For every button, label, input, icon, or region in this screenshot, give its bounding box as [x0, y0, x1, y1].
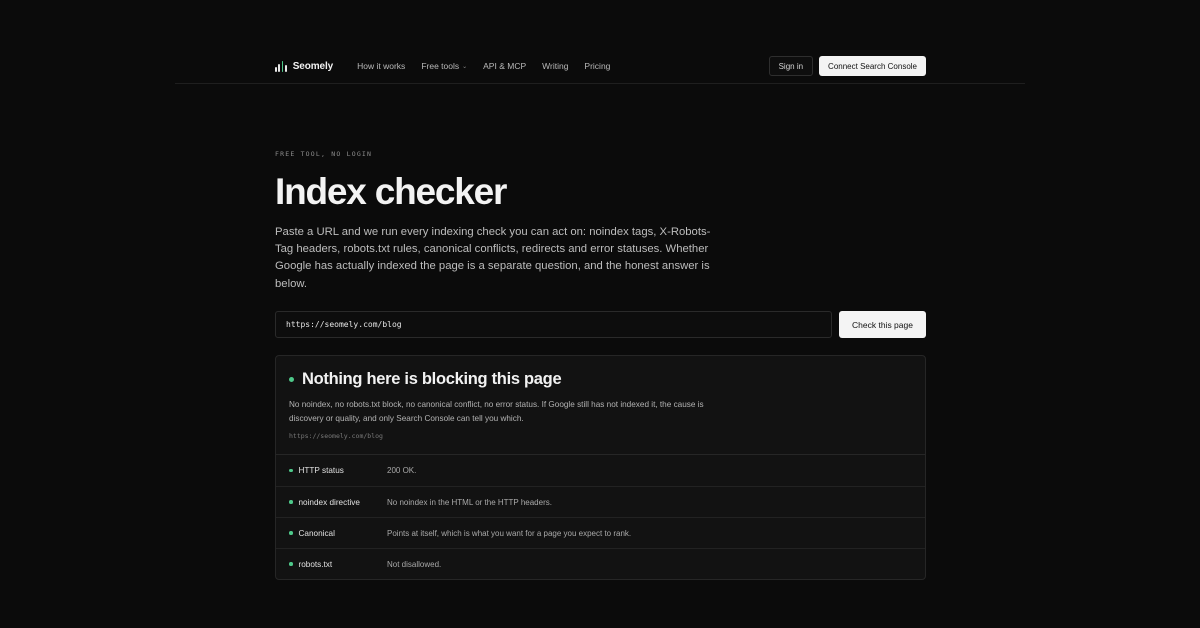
url-input[interactable]	[275, 311, 832, 338]
eyebrow-label: FREE TOOL, NO LOGIN	[275, 150, 373, 158]
pass-dot-icon	[289, 500, 293, 504]
page: Seomely How it works Free tools ⌄ API & …	[0, 0, 1200, 628]
check-row-http-status: HTTP status 200 OK.	[276, 455, 925, 486]
check-label: Canonical	[298, 528, 335, 538]
nav-link-writing[interactable]: Writing	[542, 61, 568, 71]
status-dot-icon	[289, 376, 294, 382]
page-title: Index checker	[275, 171, 507, 212]
bar-chart-logo-icon	[275, 60, 287, 72]
nav-link-free-tools-label: Free tools	[421, 61, 460, 71]
check-name: Canonical	[276, 529, 387, 538]
check-note: 200 OK.	[387, 466, 417, 475]
checked-url: https://seomely.com/blog	[289, 432, 383, 440]
verdict-description: No noindex, no robots.txt block, no cano…	[289, 400, 704, 423]
check-label: noindex directive	[298, 497, 360, 507]
verdict: Nothing here is blocking this page	[289, 369, 562, 389]
page-description: Paste a URL and we run every indexing ch…	[275, 226, 711, 290]
check-note: No noindex in the HTML or the HTTP heade…	[387, 497, 552, 507]
nav-inner: Seomely How it works Free tools ⌄ API & …	[275, 48, 926, 84]
check-note: Not disallowed.	[387, 559, 442, 569]
result-summary: Nothing here is blocking this page No no…	[276, 356, 925, 455]
logo[interactable]: Seomely	[275, 60, 334, 72]
connect-search-console-button[interactable]: Connect Search Console	[819, 56, 926, 76]
pass-dot-icon	[289, 468, 293, 473]
result-card: Nothing here is blocking this page No no…	[275, 355, 926, 580]
check-row-canonical: Canonical Points at itself, which is wha…	[276, 517, 925, 548]
top-nav: Seomely How it works Free tools ⌄ API & …	[175, 48, 1025, 84]
pass-dot-icon	[289, 531, 293, 535]
verdict-title: Nothing here is blocking this page	[302, 370, 562, 388]
nav-link-api-mcp[interactable]: API & MCP	[483, 61, 526, 71]
nav-link-free-tools[interactable]: Free tools ⌄	[421, 61, 467, 71]
nav-link-how-it-works[interactable]: How it works	[357, 61, 405, 71]
sign-in-button[interactable]: Sign in	[768, 56, 814, 76]
check-row-robots-txt: robots.txt Not disallowed.	[276, 548, 925, 579]
check-name: robots.txt	[276, 560, 387, 569]
check-label: robots.txt	[298, 559, 333, 569]
brand-name: Seomely	[292, 60, 334, 72]
check-page-button[interactable]: Check this page	[839, 311, 926, 338]
check-label: HTTP status	[298, 466, 344, 475]
check-name: HTTP status	[276, 466, 387, 475]
pass-dot-icon	[289, 562, 293, 566]
chevron-down-icon: ⌄	[462, 63, 468, 70]
check-row-noindex: noindex directive No noindex in the HTML…	[276, 486, 925, 517]
check-note: Points at itself, which is what you want…	[387, 528, 632, 538]
check-name: noindex directive	[276, 498, 387, 507]
nav-link-pricing[interactable]: Pricing	[584, 61, 610, 71]
nav-actions: Sign in Connect Search Console	[768, 56, 926, 76]
